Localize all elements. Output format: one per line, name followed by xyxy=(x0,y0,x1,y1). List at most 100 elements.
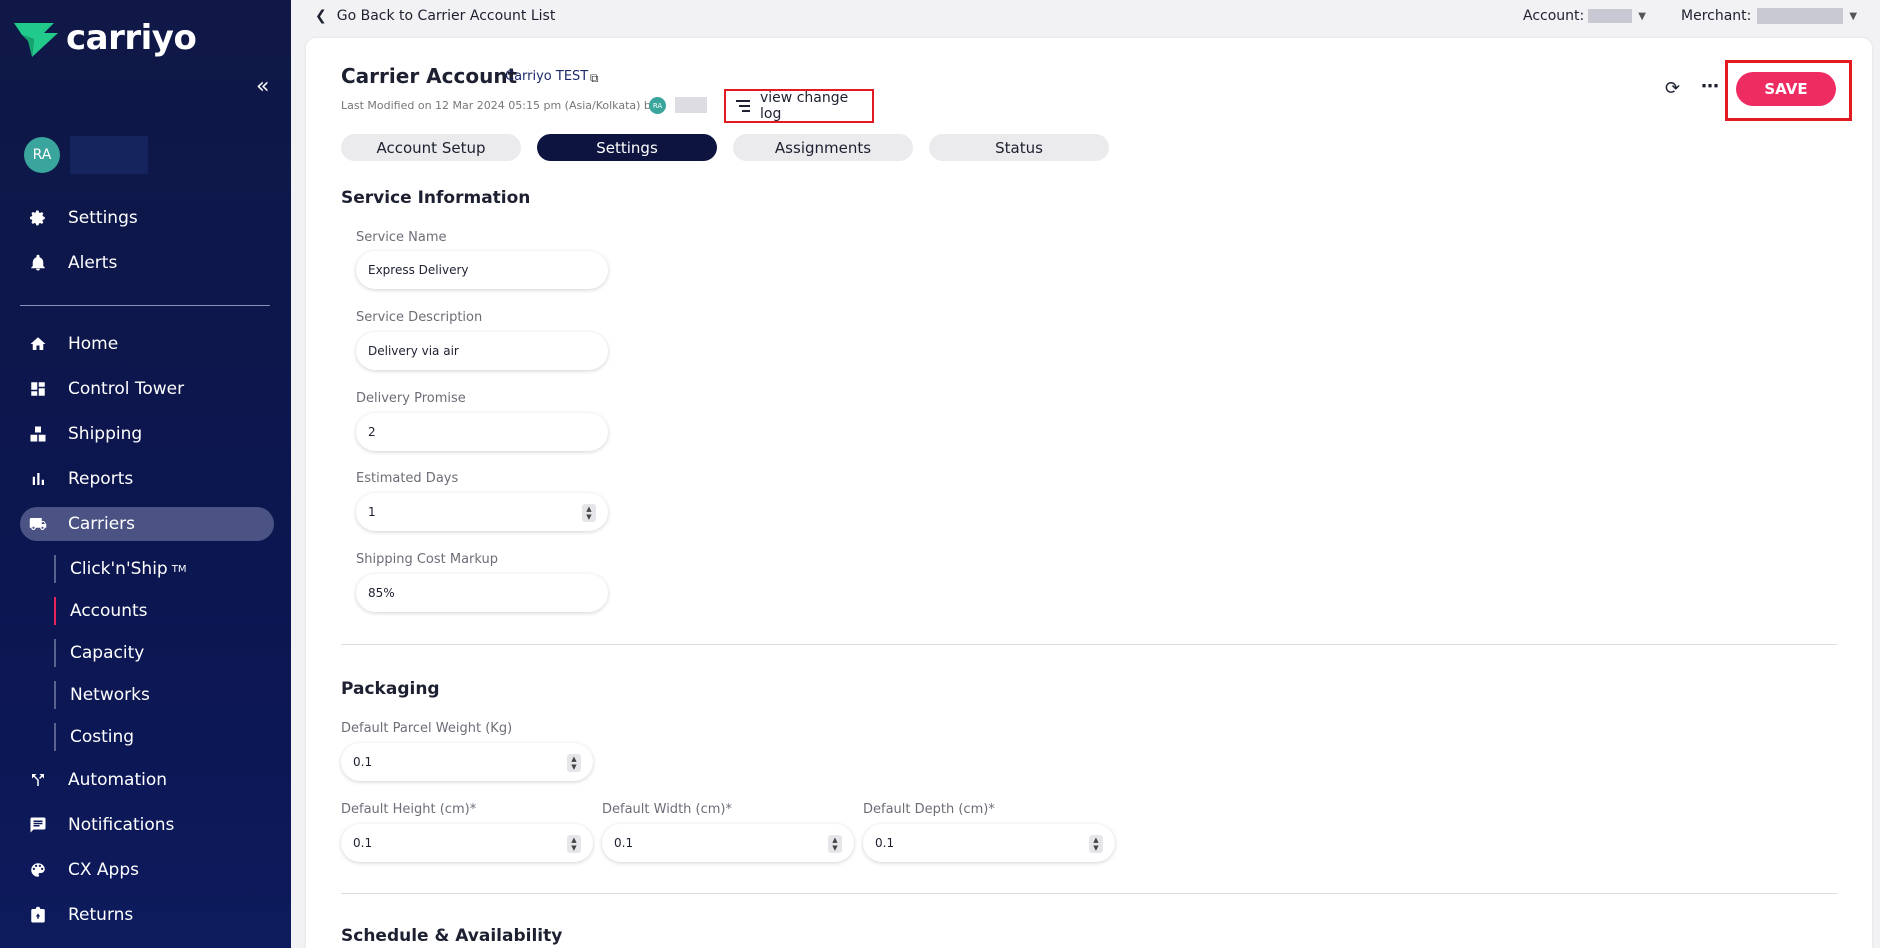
tab-assignments[interactable]: Assignments xyxy=(733,134,913,161)
brand-name: carriyo xyxy=(66,18,197,58)
schedule-availability-title: Schedule & Availability xyxy=(341,926,563,946)
tab-account-setup[interactable]: Account Setup xyxy=(341,134,521,161)
sidebar-item-reports[interactable]: Reports xyxy=(20,462,274,496)
number-stepper-icon[interactable]: ▲ ▼ xyxy=(828,835,842,853)
sidebar-subitem-capacity[interactable]: Capacity xyxy=(54,639,144,667)
sidebar-subitem-accounts[interactable]: Accounts xyxy=(54,597,148,625)
sidebar-item-cx-apps[interactable]: CX Apps xyxy=(20,853,274,887)
estimated-days-value: 1 xyxy=(368,505,376,519)
home-icon xyxy=(28,334,48,354)
depth-input[interactable]: 0.1 ▲ ▼ xyxy=(863,824,1115,862)
sidebar-item-notifications[interactable]: Notifications xyxy=(20,808,274,842)
sidebar-item-shipping[interactable]: Shipping xyxy=(20,417,274,451)
caret-down-icon: ▼ xyxy=(1638,10,1646,22)
return-box-icon xyxy=(28,905,48,925)
account-selector[interactable]: Account: ▼ xyxy=(1523,8,1646,24)
carrier-account-name: Carriyo TEST xyxy=(505,69,589,84)
sidebar-item-settings[interactable]: Settings xyxy=(20,201,274,235)
user-name-redacted xyxy=(70,136,148,174)
section-divider xyxy=(341,644,1837,645)
back-label: Go Back to Carrier Account List xyxy=(336,8,556,24)
more-options-icon[interactable]: ⋯ xyxy=(1701,76,1719,97)
sidebar-subitem-costing[interactable]: Costing xyxy=(54,723,134,751)
sidebar-subitem-label: Click'n'Ship xyxy=(70,559,168,579)
gear-icon xyxy=(28,208,48,228)
number-stepper-icon[interactable]: ▲ ▼ xyxy=(567,754,581,772)
sidebar-item-label: CX Apps xyxy=(68,860,139,880)
sidebar-subitem-networks[interactable]: Networks xyxy=(54,681,150,709)
avatar: RA xyxy=(24,137,60,173)
width-input[interactable]: 0.1 ▲ ▼ xyxy=(602,824,854,862)
sidebar-item-carriers[interactable]: Carriers xyxy=(20,507,274,541)
shipping-cost-markup-input[interactable]: 85% xyxy=(356,574,608,612)
user-profile[interactable]: RA xyxy=(24,136,148,174)
sidebar-item-label: Carriers xyxy=(68,514,135,534)
parcel-weight-value: 0.1 xyxy=(353,755,373,769)
sidebar-item-label: Control Tower xyxy=(68,379,185,399)
carriyo-logo[interactable]: carriyo xyxy=(14,18,197,58)
modifier-avatar: RA xyxy=(649,97,666,114)
sidebar-subitem-label: Accounts xyxy=(70,601,148,621)
trademark-mark: TM xyxy=(171,563,187,575)
packaging-title: Packaging xyxy=(341,679,440,699)
modifier-name-redacted xyxy=(675,97,707,113)
service-description-input[interactable]: Delivery via air xyxy=(356,332,608,370)
collapse-sidebar-icon[interactable]: « xyxy=(256,74,269,99)
height-label: Default Height (cm)* xyxy=(341,802,477,817)
view-change-log-button[interactable]: view change log xyxy=(724,89,874,123)
width-label: Default Width (cm)* xyxy=(602,802,732,817)
parcel-weight-input[interactable]: 0.1 ▲ ▼ xyxy=(341,743,593,781)
copy-icon[interactable]: ⧉ xyxy=(590,71,599,86)
sidebar-item-home[interactable]: Home xyxy=(20,327,274,361)
boxes-icon xyxy=(28,424,48,444)
fork-icon xyxy=(28,770,48,790)
palette-icon xyxy=(28,860,48,880)
depth-label: Default Depth (cm)* xyxy=(863,802,995,817)
back-to-list-link[interactable]: ❮ Go Back to Carrier Account List xyxy=(315,8,555,24)
tab-settings[interactable]: Settings xyxy=(537,134,717,161)
account-label: Account: xyxy=(1523,8,1585,24)
sidebar-item-label: Notifications xyxy=(68,815,175,835)
dashboard-icon xyxy=(28,379,48,399)
sidebar-item-automation[interactable]: Automation xyxy=(20,763,274,797)
merchant-selector[interactable]: Merchant: ▼ xyxy=(1681,8,1857,24)
section-divider xyxy=(341,893,1837,894)
truck-icon xyxy=(28,514,48,534)
number-stepper-icon[interactable]: ▲ ▼ xyxy=(582,504,596,522)
height-input[interactable]: 0.1 ▲ ▼ xyxy=(341,824,593,862)
estimated-days-label: Estimated Days xyxy=(356,471,459,486)
sidebar-subitem-label: Capacity xyxy=(70,643,145,663)
save-button[interactable]: SAVE xyxy=(1736,72,1836,106)
sidebar-item-returns[interactable]: Returns xyxy=(20,898,274,932)
service-name-input[interactable]: Express Delivery xyxy=(356,251,608,289)
refresh-icon[interactable]: ⟳ xyxy=(1665,78,1680,99)
number-stepper-icon[interactable]: ▲ ▼ xyxy=(1089,835,1103,853)
bell-icon xyxy=(28,253,48,273)
list-lines-icon xyxy=(736,100,750,112)
estimated-days-input[interactable]: 1 ▲ ▼ xyxy=(356,493,608,531)
bird-logo-icon xyxy=(14,23,58,57)
sidebar-divider xyxy=(20,305,270,306)
sidebar-item-alerts[interactable]: Alerts xyxy=(20,246,274,280)
sidebar: carriyo « RA Settings Alerts Home Contro… xyxy=(0,0,291,948)
sidebar-item-label: Automation xyxy=(68,770,168,790)
tab-bar: Account Setup Settings Assignments Statu… xyxy=(341,134,1125,161)
service-information-title: Service Information xyxy=(341,188,531,208)
sidebar-subitem-clicknship[interactable]: Click'n'Ship TM xyxy=(54,555,186,583)
account-value-redacted xyxy=(1588,9,1633,23)
width-value: 0.1 xyxy=(614,836,634,850)
sidebar-item-label: Alerts xyxy=(68,253,118,273)
sidebar-item-control-tower[interactable]: Control Tower xyxy=(20,372,274,406)
caret-down-icon: ▼ xyxy=(1849,10,1858,22)
height-value: 0.1 xyxy=(353,836,373,850)
chevron-left-icon: ❮ xyxy=(315,8,327,24)
tab-status[interactable]: Status xyxy=(929,134,1109,161)
sidebar-item-label: Shipping xyxy=(68,424,143,444)
page-title: Carrier Account xyxy=(341,64,518,88)
sidebar-item-label: Settings xyxy=(68,208,138,228)
main-card: Carrier Account Carriyo TEST ⧉ Last Modi… xyxy=(306,38,1872,948)
number-stepper-icon[interactable]: ▲ ▼ xyxy=(567,835,581,853)
sidebar-item-label: Home xyxy=(68,334,119,354)
merchant-value-redacted xyxy=(1757,8,1844,24)
delivery-promise-input[interactable]: 2 xyxy=(356,413,608,451)
